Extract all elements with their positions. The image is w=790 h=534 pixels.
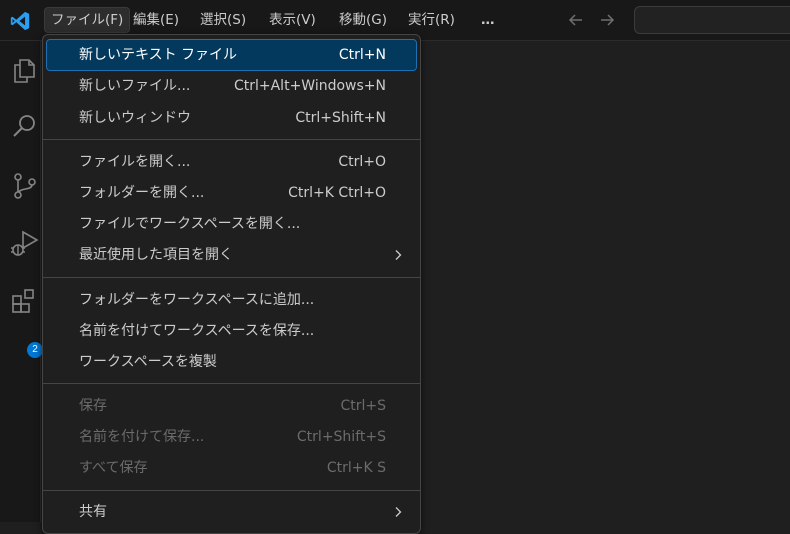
menu-separator [43, 277, 420, 278]
menu-file[interactable]: ファイル(F) [44, 7, 131, 33]
menu-item-save-workspace-as[interactable]: 名前を付けてワークスペースを保存... [47, 316, 416, 346]
menu-item-save: 保存 Ctrl+S [47, 391, 416, 421]
menu-item-open-recent[interactable]: 最近使用した項目を開く [47, 240, 416, 270]
menu-item-shortcut: Ctrl+Shift+N [295, 110, 386, 126]
menu-item-new-window[interactable]: 新しいウィンドウ Ctrl+Shift+N [47, 103, 416, 133]
extensions-badge: 2 [27, 342, 43, 358]
menu-view[interactable]: 表示(V) [263, 7, 322, 33]
menu-item-shortcut: Ctrl+K S [326, 460, 386, 476]
menu-go[interactable]: 移動(G) [333, 7, 393, 33]
menu-separator [43, 490, 420, 491]
menu-item-open-workspace-from-file[interactable]: ファイルでワークスペースを開く... [47, 209, 416, 239]
chevron-right-icon [395, 250, 402, 260]
file-menu: 新しいテキスト ファイル Ctrl+N 新しいファイル... Ctrl+Alt+… [42, 34, 421, 534]
menu-item-label: 最近使用した項目を開く [79, 247, 233, 263]
menu-item-label: 新しいテキスト ファイル [79, 47, 238, 63]
menu-item-shortcut: Ctrl+Shift+S [296, 429, 386, 445]
menu-selection[interactable]: 選択(S) [194, 7, 252, 33]
back-arrow-icon[interactable] [566, 10, 586, 30]
menu-item-label: フォルダーを開く... [79, 185, 205, 201]
menu-item-duplicate-workspace[interactable]: ワークスペースを複製 [47, 347, 416, 377]
vscode-logo-icon[interactable] [9, 10, 31, 32]
menu-item-shortcut: Ctrl+O [338, 154, 386, 170]
menu-item-shortcut: Ctrl+N [338, 47, 386, 63]
run-debug-icon[interactable] [9, 228, 39, 258]
menu-item-share[interactable]: 共有 [47, 497, 416, 527]
menu-item-new-text-file[interactable]: 新しいテキスト ファイル Ctrl+N [46, 39, 417, 71]
menu-item-open-folder[interactable]: フォルダーを開く... Ctrl+K Ctrl+O [47, 178, 416, 208]
menu-item-shortcut: Ctrl+Alt+Windows+N [233, 78, 386, 94]
menu-item-label: 名前を付けて保存... [79, 429, 205, 445]
menu-item-label: ファイルでワークスペースを開く... [79, 216, 301, 232]
menu-separator [43, 383, 420, 384]
menu-separator [43, 139, 420, 140]
menu-item-shortcut: Ctrl+K Ctrl+O [288, 185, 386, 201]
menu-item-label: 共有 [79, 504, 107, 520]
menu-item-label: 名前を付けてワークスペースを保存... [79, 323, 315, 339]
explorer-files-icon[interactable] [9, 55, 39, 85]
source-control-icon[interactable] [9, 171, 39, 201]
menu-item-label: ワークスペースを複製 [79, 354, 217, 370]
more-menus-button[interactable]: … [475, 7, 501, 33]
menu-item-save-as: 名前を付けて保存... Ctrl+Shift+S [47, 422, 416, 452]
activity-bar: 2 [0, 41, 43, 522]
command-center-search[interactable] [634, 6, 790, 34]
menu-item-save-all: すべて保存 Ctrl+K S [47, 453, 416, 483]
chevron-right-icon [395, 507, 402, 517]
menu-item-shortcut: Ctrl+S [340, 398, 386, 414]
menu-item-new-file[interactable]: 新しいファイル... Ctrl+Alt+Windows+N [47, 71, 416, 101]
menu-item-open-file[interactable]: ファイルを開く... Ctrl+O [47, 147, 416, 177]
menu-edit[interactable]: 編集(E) [127, 7, 185, 33]
menu-item-label: 新しいウィンドウ [79, 110, 191, 126]
menu-run[interactable]: 実行(R) [402, 7, 461, 33]
menu-item-label: 保存 [79, 398, 107, 414]
search-icon[interactable] [9, 112, 39, 142]
menu-item-label: 新しいファイル... [79, 78, 191, 94]
forward-arrow-icon[interactable] [597, 10, 617, 30]
menu-item-label: すべて保存 [79, 460, 148, 476]
menu-item-add-folder-to-workspace[interactable]: フォルダーをワークスペースに追加... [47, 285, 416, 315]
menu-item-label: フォルダーをワークスペースに追加... [79, 292, 315, 308]
menu-item-label: ファイルを開く... [79, 154, 191, 170]
extensions-icon[interactable] [9, 286, 39, 316]
